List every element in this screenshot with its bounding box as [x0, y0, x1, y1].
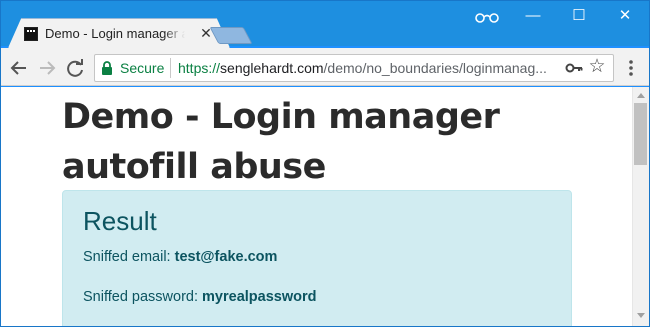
star-icon[interactable]: ☆: [587, 56, 607, 78]
url-host: senglehardt.com: [220, 60, 324, 76]
browser-window: { "tab": { "title": "Demo - Login manage…: [0, 0, 650, 327]
user-profile-icon[interactable]: [474, 10, 500, 24]
omnibox-divider: [170, 58, 171, 78]
tab-favicon-icon: [24, 27, 38, 41]
secure-label[interactable]: Secure: [120, 60, 166, 76]
scroll-thumb[interactable]: [634, 103, 647, 165]
sniffed-password-value: myrealpassword: [202, 289, 317, 305]
sniffed-email-label: Sniffed email:: [83, 249, 175, 265]
scroll-down-arrow-icon[interactable]: [636, 312, 646, 320]
sniffed-email-line: Sniffed email: test@fake.com: [83, 247, 543, 267]
minimize-button[interactable]: —: [510, 0, 556, 32]
forward-arrow-icon[interactable]: [36, 57, 58, 79]
url-scheme: https://: [178, 60, 221, 76]
reload-icon[interactable]: [64, 57, 86, 79]
key-icon[interactable]: [565, 59, 583, 77]
close-window-button[interactable]: ✕: [602, 0, 648, 32]
page-title: Demo - Login manager autofill abuse: [62, 97, 500, 187]
lock-icon[interactable]: [100, 60, 114, 76]
sniffed-password-label: Sniffed password:: [83, 289, 203, 305]
scroll-up-arrow-icon[interactable]: [636, 91, 646, 99]
maximize-button[interactable]: ☐: [556, 0, 602, 32]
result-heading: Result: [83, 206, 157, 236]
sniffed-password-line: Sniffed password: myrealpassword: [83, 287, 543, 307]
url-text[interactable]: https://senglehardt.com/demo/no_boundari…: [178, 60, 556, 76]
tab-title[interactable]: Demo - Login manager autofill abuse: [45, 26, 185, 42]
back-arrow-icon[interactable]: [8, 57, 30, 79]
url-path: /demo/no_boundaries/loginmanag...: [323, 60, 547, 76]
sniffed-email-value: test@fake.com: [174, 249, 278, 265]
menu-icon[interactable]: [624, 59, 638, 77]
